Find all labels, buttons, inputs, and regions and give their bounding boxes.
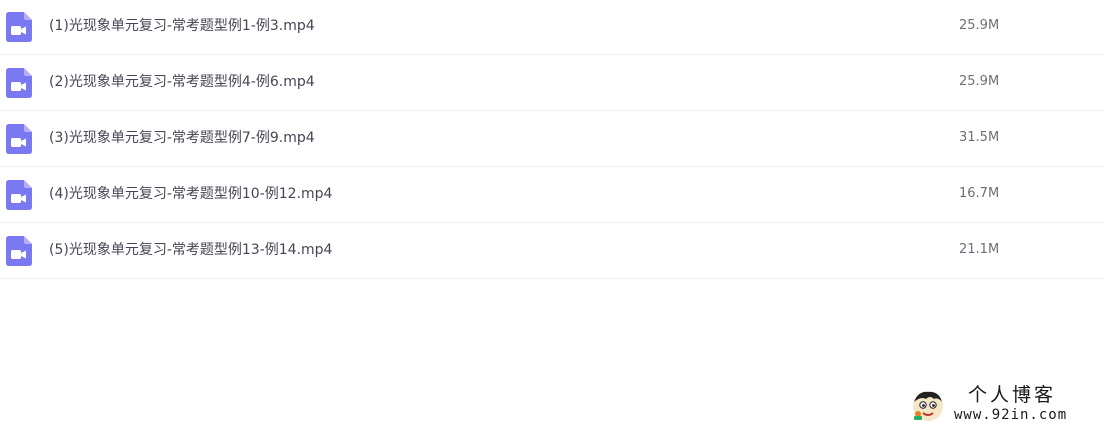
video-file-icon — [6, 68, 32, 98]
file-row[interactable]: (4)光现象单元复习-常考题型例10-例12.mp4 16.7M — [0, 167, 1104, 223]
file-size: 25.9M — [959, 18, 1000, 33]
file-row[interactable]: (5)光现象单元复习-常考题型例13-例14.mp4 21.1M — [0, 223, 1104, 279]
file-size: 16.7M — [959, 186, 1000, 201]
watermark-title: 个人博客 — [968, 384, 1057, 406]
file-name[interactable]: (3)光现象单元复习-常考题型例7-例9.mp4 — [49, 129, 315, 147]
video-file-icon — [6, 236, 32, 266]
file-size: 25.9M — [959, 74, 1000, 89]
video-file-icon — [6, 12, 32, 42]
file-size: 21.1M — [959, 242, 1000, 257]
video-file-icon — [6, 180, 32, 210]
file-name[interactable]: (1)光现象单元复习-常考题型例1-例3.mp4 — [49, 17, 315, 35]
watermark-url: www.92in.com — [954, 407, 1068, 423]
file-size: 31.5M — [959, 130, 1000, 145]
file-list: (1)光现象单元复习-常考题型例1-例3.mp4 25.9M (2)光现象单元复… — [0, 0, 1104, 279]
file-name[interactable]: (2)光现象单元复习-常考题型例4-例6.mp4 — [49, 73, 315, 91]
watermark: 个人博客 www.92in.com — [908, 384, 1098, 426]
file-row[interactable]: (2)光现象单元复习-常考题型例4-例6.mp4 25.9M — [0, 55, 1104, 111]
cartoon-avatar-icon — [912, 390, 944, 422]
video-file-icon — [6, 124, 32, 154]
file-name[interactable]: (4)光现象单元复习-常考题型例10-例12.mp4 — [49, 185, 332, 203]
file-row[interactable]: (1)光现象单元复习-常考题型例1-例3.mp4 25.9M — [0, 0, 1104, 55]
file-name[interactable]: (5)光现象单元复习-常考题型例13-例14.mp4 — [49, 241, 332, 259]
file-row[interactable]: (3)光现象单元复习-常考题型例7-例9.mp4 31.5M — [0, 111, 1104, 167]
